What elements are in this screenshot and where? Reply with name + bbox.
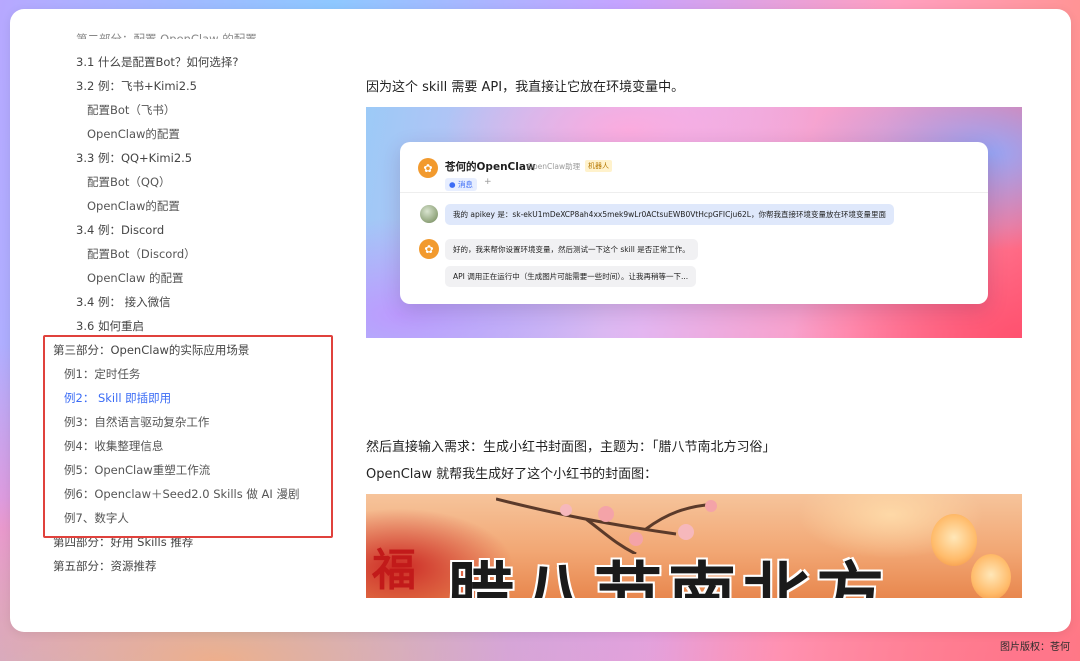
user-message-bubble: 我的 apikey 是：sk-ekU1mDeXCP8ah4xx5mek9wLr0… xyxy=(445,204,894,225)
bot-badge: 机器人 xyxy=(585,160,612,172)
chat-title: 苍何的OpenClaw xyxy=(445,161,536,173)
toc-item-part-5[interactable]: 第五部分：资源推荐 xyxy=(53,558,157,574)
bot-avatar-icon: ✿ xyxy=(418,158,438,178)
paragraph-api-env: 因为这个 skill 需要 API，我直接让它放在环境变量中。 xyxy=(366,80,685,95)
document-card: 第二部分：配置 OpenClaw 的配置 3.1 什么是配置Bot？如何选择? … xyxy=(10,9,1071,632)
lantern-icon xyxy=(971,554,1011,598)
toc-item-openclaw-config-1[interactable]: OpenClaw的配置 xyxy=(87,126,180,142)
tab-messages: ● 消息 xyxy=(445,178,477,191)
bot-message-bubble: 好的，我来帮你设置环境变量，然后测试一下这个 skill 是否正常工作。 xyxy=(445,239,698,260)
toc-item-3-4-discord[interactable]: 3.4 例：Discord xyxy=(76,222,164,238)
poster-title: 腊八节南北方 xyxy=(446,555,891,598)
chat-screenshot-image: ✿ 苍何的OpenClaw OpenClaw助理 机器人 ● 消息 + 我的 a… xyxy=(366,107,1022,338)
toc-item-openclaw-config-3[interactable]: OpenClaw 的配置 xyxy=(87,270,184,286)
tab-messages-label: 消息 xyxy=(457,180,473,189)
paragraph-result: OpenClaw 就帮我生成好了这个小红书的封面图： xyxy=(366,467,658,482)
toc-item-bot-qq[interactable]: 配置Bot（QQ） xyxy=(87,174,171,190)
chat-subtitle: OpenClaw助理 xyxy=(527,162,581,171)
toc-item-bot-discord[interactable]: 配置Bot（Discord） xyxy=(87,246,196,262)
bot-message-bubble: API 调用正在运行中（生成图片可能需要一些时间）。让我再稍等一下... xyxy=(445,266,697,287)
toc-item-3-2[interactable]: 3.2 例：飞书+Kimi2.5 xyxy=(76,78,197,94)
toc-item-3-6[interactable]: 3.6 如何重启 xyxy=(76,318,144,334)
chat-window: ✿ 苍何的OpenClaw OpenClaw助理 机器人 ● 消息 + 我的 a… xyxy=(400,142,988,304)
toc-item-3-3[interactable]: 3.3 例：QQ+Kimi2.5 xyxy=(76,150,192,166)
table-of-contents: 第二部分：配置 OpenClaw 的配置 3.1 什么是配置Bot？如何选择? … xyxy=(10,9,350,632)
toc-item-openclaw-config-2[interactable]: OpenClaw的配置 xyxy=(87,198,180,214)
lantern-icon xyxy=(931,514,977,566)
image-credit: 图片版权：苍何 xyxy=(1000,642,1070,653)
add-tab-icon: + xyxy=(484,177,492,187)
toc-item-3-4-wechat[interactable]: 3.4 例： 接入微信 xyxy=(76,294,171,310)
toc-item-bot-feishu[interactable]: 配置Bot（飞书） xyxy=(87,102,175,118)
article-content: 因为这个 skill 需要 API，我直接让它放在环境变量中。 ✿ 苍何的Ope… xyxy=(366,9,1026,632)
paragraph-request: 然后直接输入需求：生成小红书封面图，主题为：「腊八节南北方习俗」 xyxy=(366,440,776,455)
generated-cover-image: 福 腊八节南北方 xyxy=(366,494,1022,598)
red-highlight-box xyxy=(43,335,333,538)
chat-divider xyxy=(400,192,988,193)
fu-character: 福 xyxy=(372,545,416,596)
toc-item-3-1[interactable]: 3.1 什么是配置Bot？如何选择? xyxy=(76,54,238,70)
user-avatar xyxy=(420,205,438,223)
toc-item-cut-off[interactable]: 第二部分：配置 OpenClaw 的配置 xyxy=(76,31,257,39)
bot-avatar-icon: ✿ xyxy=(419,239,439,259)
